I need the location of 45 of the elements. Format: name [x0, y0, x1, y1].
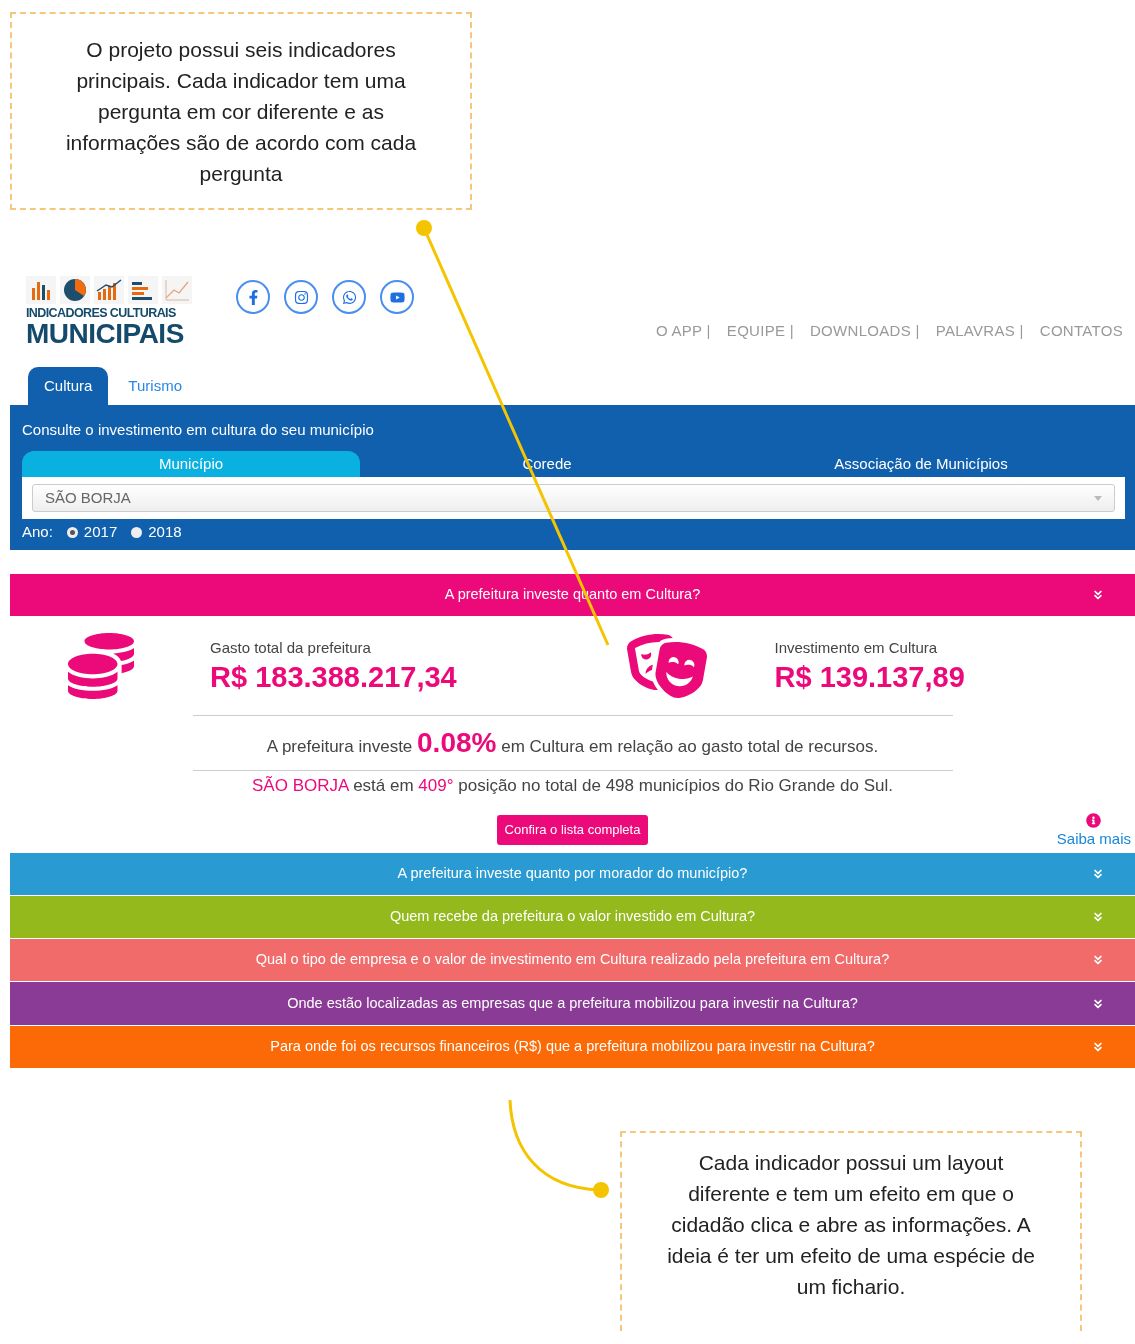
indicator-question: Quem recebe da prefeitura o valor investido em Cultura? [389, 907, 756, 927]
logo-title: MUNICIPAIS [26, 320, 185, 348]
instagram-icon[interactable] [284, 280, 318, 314]
nav-link[interactable]: O APP | [655, 320, 711, 340]
annotation-note: O projeto possui seis indicadores principais. Cada indicador tem uma pergunta em cor diferente e as informações são de acordo com cada pergunta [10, 12, 472, 210]
rank-sentence: SÃO BORJA está em 409° posição no total de 498 municípios do Rio Grande do Sul. [251, 775, 894, 797]
panel-title: Consulte o investimento em cultura do seu município [21, 420, 375, 440]
stat-value: R$ 183.388.217,34 [210, 660, 457, 696]
indicator-question: Qual o tipo de empresa e o valor de investimento em Cultura realizado pela prefeitura em Cultura? [255, 950, 890, 970]
dropdown-caret-icon [1094, 495, 1102, 501]
more-link[interactable]: Saiba mais [1056, 828, 1131, 851]
stat-label: Investimento em Cultura [774, 637, 939, 658]
indicator-bar[interactable]: A prefeitura investe quanto por morador do município? [10, 852, 1135, 896]
municipality-select[interactable]: SÃO BORJA [32, 484, 1115, 512]
chevrons-down-icon [1091, 588, 1105, 602]
full-list-button[interactable]: Confira o lista completa [496, 814, 649, 845]
whatsapp-icon[interactable] [332, 280, 366, 314]
indicator-bar[interactable]: Qual o tipo de empresa e o valor de investimento em Cultura realizado pela prefeitura em Cultura? [10, 939, 1135, 983]
indicator-bar[interactable]: Quem recebe da prefeitura o valor investido em Cultura? [10, 895, 1135, 940]
indicator-bar[interactable]: Onde estão localizadas as empresas que a prefeitura mobilizou para investir na Cultura? [10, 982, 1135, 1026]
nav-link[interactable]: CONTATOS [1039, 320, 1123, 340]
year-label: Ano: [22, 521, 53, 542]
youtube-icon[interactable] [380, 280, 414, 314]
share-sentence: A prefeitura investe 0.08% em Cultura em relação ao gasto total de recursos. [265, 726, 880, 760]
year-radio[interactable]: 2018 [131, 520, 182, 544]
nav-link[interactable]: EQUIPE | [726, 320, 794, 340]
scope-tab[interactable]: Associação de Municípios [734, 451, 1108, 477]
nav-link[interactable]: DOWNLOADS | [810, 320, 920, 340]
coins-icon [68, 633, 134, 699]
stat-label: Gasto total da prefeitura [210, 637, 372, 658]
year-radio[interactable]: 2017 [66, 520, 118, 544]
indicator-bar[interactable]: Para onde foi os recursos financeiros (R$) que a prefeitura mobilizou para investir na Cultura? [10, 1025, 1135, 1069]
nav-link[interactable]: PALAVRAS | [935, 320, 1024, 340]
indicator-question: Onde estão localizadas as empresas que a prefeitura mobilizou para investir na Cultura? [287, 993, 858, 1013]
tab[interactable]: Cultura [28, 367, 109, 405]
info-icon [1086, 813, 1102, 828]
logo-subtitle: INDICADORES CULTURAIS [26, 306, 177, 320]
stat-value: R$ 139.137,89 [774, 660, 965, 696]
theater-masks-icon [626, 633, 707, 699]
indicator-question: Para onde foi os recursos financeiros (R$) que a prefeitura mobilizou para investir na Cultura? [270, 1036, 875, 1056]
scope-tab[interactable]: Município [22, 451, 360, 477]
facebook-icon[interactable] [236, 280, 270, 314]
tab[interactable]: Turismo [112, 367, 198, 405]
indicator-question: A prefeitura investe quanto por morador do município? [397, 863, 748, 883]
annotation-note: Cada indicador possui um layout diferente e tem um efeito em que o cidadão clica e abre as informações. A ideia é ter um efeito de uma espécie de um fichario. [620, 1131, 1082, 1331]
